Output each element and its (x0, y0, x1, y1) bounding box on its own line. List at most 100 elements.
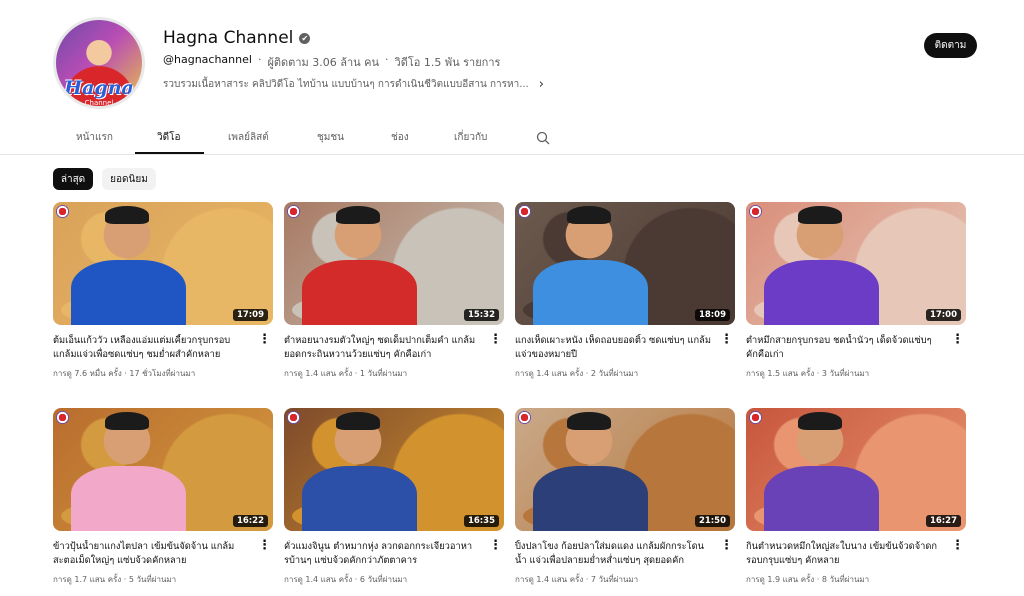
search-icon[interactable] (536, 131, 550, 145)
description-text: รวบรวมเนื้อหาสาระ คลิปวิดีโอ ไทบ้าน แบบบ… (163, 79, 529, 90)
thumbnail-shirt (764, 260, 879, 325)
more-vert-icon[interactable]: ⋮ (258, 333, 271, 346)
tab-channels[interactable]: ช่อง (391, 130, 409, 145)
stats-separator: ‧ (124, 369, 127, 378)
stats-separator: ‧ (816, 369, 820, 378)
channel-tabs: หน้าแรก วิดีโอ เพลย์ลิสต์ ชุมชน ช่อง เกี… (0, 122, 1024, 155)
channel-logo-icon (749, 411, 762, 424)
video-views: การดู 1.5 แสน ครั้ง (746, 369, 815, 378)
chip-popular[interactable]: ยอดนิยม (102, 168, 156, 190)
video-title[interactable]: คั่วแมงจินูน ตำหมากหุ่ง ลวกดอกกระเจียวอา… (284, 540, 484, 568)
video-duration: 21:50 (694, 515, 730, 527)
video-thumbnail[interactable]: 17:00 (746, 202, 966, 325)
thumbnail-hair (105, 412, 149, 430)
video-views: การดู 1.4 แสน ครั้ง (515, 575, 584, 584)
more-vert-icon[interactable]: ⋮ (720, 539, 733, 552)
video-stats: การดู 1.4 แสน ครั้ง ‧ 7 วันที่ผ่านมา (515, 573, 735, 586)
video-title[interactable]: กินตำหนวดหมึกใหญ่สะใบนาง เข้มข้นจ้วดจ้าด… (746, 540, 946, 568)
stats-separator: ‧ (354, 575, 358, 584)
video-age: 3 วันที่ผ่านมา (821, 369, 870, 378)
channel-title: Hagna Channel ✔ (163, 28, 311, 48)
channel-description[interactable]: รวบรวมเนื้อหาสาระ คลิปวิดีโอ ไทบ้าน แบบบ… (163, 77, 544, 92)
chip-latest[interactable]: ล่าสุด (53, 168, 93, 190)
video-duration: 15:32 (463, 309, 499, 321)
video-stats: การดู 1.7 แสน ครั้ง ‧ 5 วันที่ผ่านมา (53, 573, 273, 586)
thumbnail-shirt (302, 466, 417, 531)
channel-handle: @hagnachannel (163, 53, 252, 66)
more-vert-icon[interactable]: ⋮ (720, 333, 733, 346)
tab-home[interactable]: หน้าแรก (76, 130, 113, 145)
tab-videos[interactable]: วิดีโอ (157, 130, 181, 145)
video-thumbnail[interactable]: 16:35 (284, 408, 504, 531)
video-card[interactable]: 17:00 ตำหมึกสายกรุบกรอบ ชดน้ำนัวๆ เด็ดจ้… (746, 202, 966, 380)
video-duration: 18:09 (694, 309, 730, 321)
more-vert-icon[interactable]: ⋮ (489, 539, 502, 552)
video-views: การดู 1.4 แสน ครั้ง (284, 575, 353, 584)
thumbnail-hair (798, 206, 842, 224)
video-duration: 17:09 (232, 309, 268, 321)
video-thumbnail[interactable]: 21:50 (515, 408, 735, 531)
video-views: การดู 1.4 แสน ครั้ง (284, 369, 353, 378)
thumbnail-hair (567, 412, 611, 430)
channel-logo-icon (518, 411, 531, 424)
video-thumbnail[interactable]: 17:09 (53, 202, 273, 325)
video-title[interactable]: ต้มเอ็นแก้ววัว เหลืองแอ่มแต่มเคี้ยวกรุบก… (53, 334, 253, 362)
tab-playlists[interactable]: เพลย์ลิสต์ (228, 130, 269, 145)
video-title[interactable]: ตำหมึกสายกรุบกรอบ ชดน้ำนัวๆ เด็ดจ้วดแซ่บ… (746, 334, 946, 362)
thumbnail-shirt (71, 260, 186, 325)
video-thumbnail[interactable]: 18:09 (515, 202, 735, 325)
video-duration: 16:22 (232, 515, 268, 527)
stats-separator: ‧ (585, 369, 589, 378)
thumbnail-hair (336, 206, 380, 224)
video-title[interactable]: ข้าวปุ้นน้ำยาแกงไตปลา เข้มข้นจัดจ้าน แกล… (53, 540, 253, 568)
stats-separator: ‧ (354, 369, 358, 378)
video-views: การดู 1.4 แสน ครั้ง (515, 369, 584, 378)
channel-avatar[interactable]: Hagna Channel (53, 17, 145, 109)
subscribe-button[interactable]: ติดตาม (924, 33, 977, 58)
more-vert-icon[interactable]: ⋮ (951, 539, 964, 552)
thumbnail-hair (798, 412, 842, 430)
video-title[interactable]: ตำหอยนางรมตัวใหญ่ๆ ซดเด็มปากเต็มคำ แกล้ม… (284, 334, 484, 362)
active-tab-indicator (135, 152, 204, 154)
video-views: การดู 7.6 หมื่น ครั้ง (53, 369, 122, 378)
video-card[interactable]: 17:09 ต้มเอ็นแก้ววัว เหลืองแอ่มแต่มเคี้ย… (53, 202, 273, 380)
video-card[interactable]: 16:35 คั่วแมงจินูน ตำหมากหุ่ง ลวกดอกกระเ… (284, 408, 504, 586)
video-stats: การดู 1.4 แสน ครั้ง ‧ 2 วันที่ผ่านมา (515, 367, 735, 380)
video-age: 6 วันที่ผ่านมา (359, 575, 408, 584)
tab-about[interactable]: เกี่ยวกับ (454, 130, 487, 145)
video-thumbnail[interactable]: 15:32 (284, 202, 504, 325)
more-vert-icon[interactable]: ⋮ (951, 333, 964, 346)
avatar-logo-text: Hagna (64, 77, 134, 99)
channel-logo-icon (518, 205, 531, 218)
video-stats: การดู 1.5 แสน ครั้ง ‧ 3 วันที่ผ่านมา (746, 367, 966, 380)
thumbnail-shirt (302, 260, 417, 325)
video-duration: 16:35 (463, 515, 499, 527)
stats-separator: ‧ (585, 575, 589, 584)
video-thumbnail[interactable]: 16:27 (746, 408, 966, 531)
video-card[interactable]: 16:27 กินตำหนวดหมึกใหญ่สะใบนาง เข้มข้นจ้… (746, 408, 966, 586)
thumbnail-shirt (533, 466, 648, 531)
more-vert-icon[interactable]: ⋮ (489, 333, 502, 346)
video-views: การดู 1.9 แสน ครั้ง (746, 575, 815, 584)
thumbnail-hair (105, 206, 149, 224)
video-card[interactable]: 16:22 ข้าวปุ้นน้ำยาแกงไตปลา เข้มข้นจัดจ้… (53, 408, 273, 586)
verified-icon: ✔ (299, 32, 311, 44)
video-card[interactable]: 21:50 ปิ้งปลาโขง ก้อยปลาใส่มดแดง แกล้มผั… (515, 408, 735, 586)
video-age: 7 วันที่ผ่านมา (590, 575, 639, 584)
video-views: การดู 1.7 แสน ครั้ง (53, 575, 122, 584)
video-thumbnail[interactable]: 16:22 (53, 408, 273, 531)
video-title[interactable]: แกงเห็ดเผาะหนัง เห็ดถอบยอดติ้ว ซดแซ่บๆ แ… (515, 334, 715, 362)
video-age: 17 ชั่วโมงที่ผ่านมา (129, 369, 196, 378)
chevron-right-icon[interactable]: › (539, 77, 544, 92)
thumbnail-hair (567, 206, 611, 224)
channel-logo-icon (287, 411, 300, 424)
tab-community[interactable]: ชุมชน (317, 130, 344, 145)
video-card[interactable]: 18:09 แกงเห็ดเผาะหนัง เห็ดถอบยอดติ้ว ซดแ… (515, 202, 735, 380)
meta-separator: ‧ (257, 53, 262, 66)
video-card[interactable]: 15:32 ตำหอยนางรมตัวใหญ่ๆ ซดเด็มปากเต็มคำ… (284, 202, 504, 380)
video-stats: การดู 1.4 แสน ครั้ง ‧ 6 วันที่ผ่านมา (284, 573, 504, 586)
video-title[interactable]: ปิ้งปลาโขง ก้อยปลาใส่มดแดง แกล้มผักกระโด… (515, 540, 715, 568)
more-vert-icon[interactable]: ⋮ (258, 539, 271, 552)
video-stats: การดู 7.6 หมื่น ครั้ง ‧ 17 ชั่วโมงที่ผ่า… (53, 367, 273, 380)
thumbnail-hair (336, 412, 380, 430)
